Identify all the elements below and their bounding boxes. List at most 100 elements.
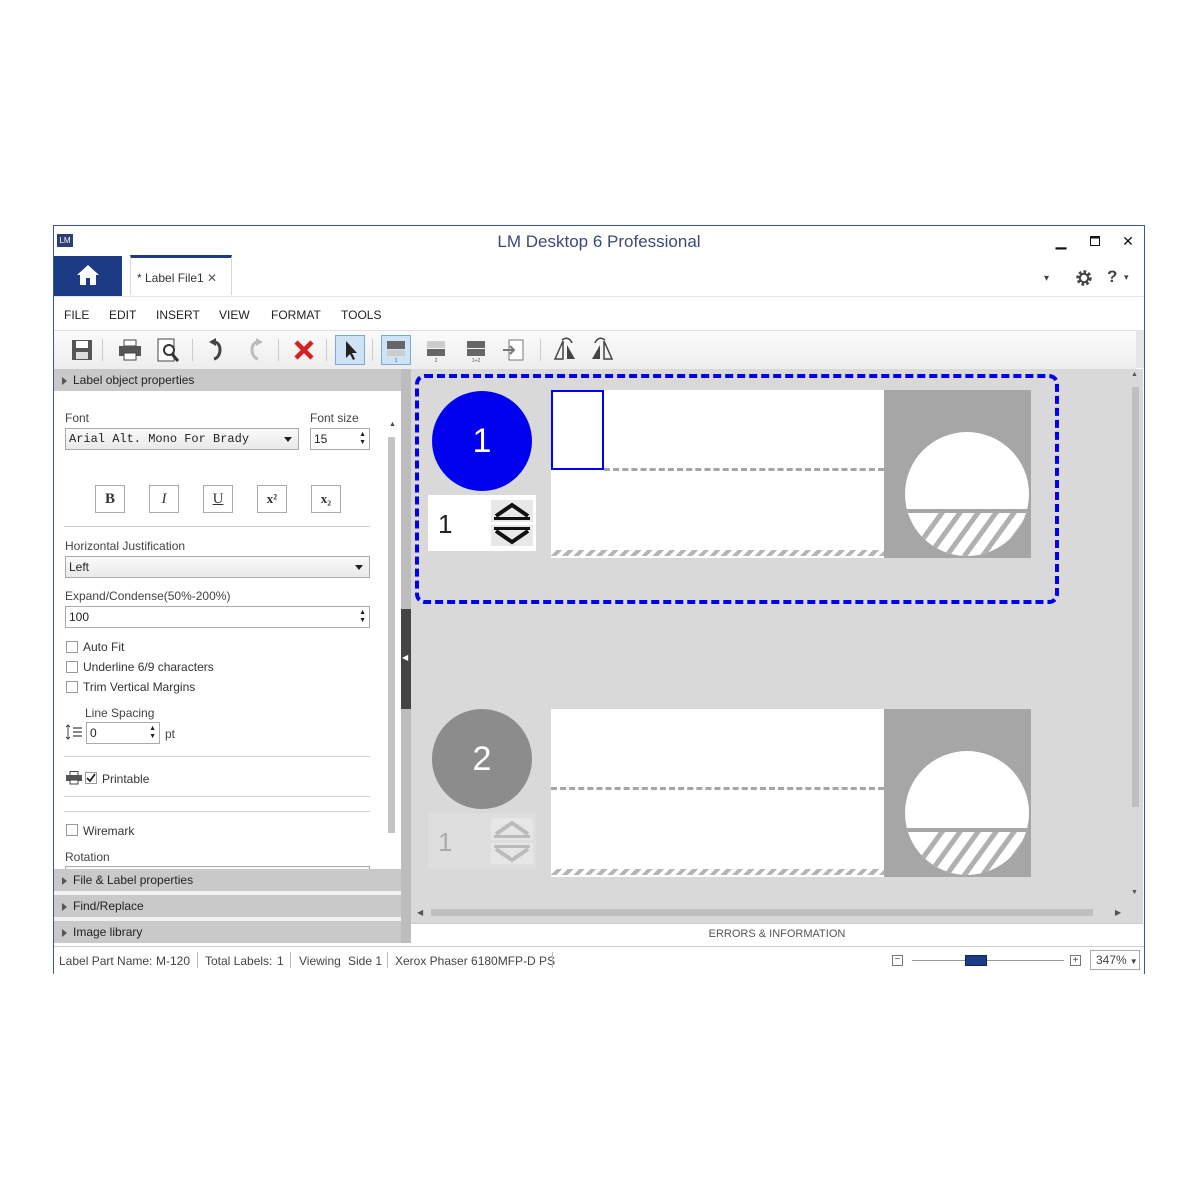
label-2-print-area[interactable] [551, 709, 884, 877]
quantity-up-down-icon[interactable] [490, 499, 534, 547]
scrollbar-thumb[interactable] [431, 909, 1093, 916]
line-spacing-label: Line Spacing [85, 706, 155, 720]
line-spacing-stepper[interactable]: 0 ▲ ▼ [86, 722, 160, 744]
label-2-quantity-stepper[interactable]: 1 [428, 813, 536, 869]
underline-69-checkbox[interactable] [66, 661, 78, 673]
spinner-arrows-icon[interactable]: ▲ ▼ [359, 609, 366, 625]
expand-condense-stepper[interactable]: 100 ▲ ▼ [65, 606, 370, 628]
section-image-library[interactable]: Image library [54, 921, 401, 943]
select-pointer-button[interactable] [335, 335, 365, 365]
splitter-handle[interactable]: ◀ [401, 609, 411, 709]
view-both-sides-button[interactable]: 1+2 [461, 335, 491, 365]
panel-splitter[interactable]: ◀ [401, 369, 411, 943]
checkmark-icon [86, 773, 96, 783]
label-1-quantity-stepper[interactable]: 1 [428, 495, 536, 551]
menu-tools[interactable]: TOOLS [341, 308, 381, 322]
view-side-2-button[interactable]: 2 [421, 335, 451, 365]
toolbar-separator [278, 339, 279, 361]
canvas-vertical-scrollbar[interactable]: ▲ ▼ [1129, 371, 1141, 901]
menu-insert[interactable]: INSERT [156, 308, 200, 322]
zoom-out-button[interactable]: − [892, 955, 903, 966]
rotation-label: Rotation [65, 850, 110, 864]
toolbar-overflow[interactable] [1136, 330, 1144, 368]
section-file-label-properties[interactable]: File & Label properties [54, 869, 401, 891]
tab-close-icon[interactable]: ✕ [207, 271, 217, 285]
zoom-in-button[interactable]: + [1070, 955, 1081, 966]
print-button[interactable] [115, 335, 145, 365]
menu-view[interactable]: VIEW [219, 308, 250, 322]
zoom-level-select[interactable]: 347% ▼ [1090, 950, 1140, 970]
scroll-up-icon[interactable]: ▲ [389, 421, 396, 428]
scroll-down-icon[interactable]: ▼ [1131, 889, 1138, 896]
printable-checkbox[interactable] [85, 772, 97, 784]
scrollbar-thumb[interactable] [1132, 387, 1139, 807]
superscript-button[interactable]: x² [257, 485, 287, 513]
home-button[interactable] [54, 256, 122, 296]
expand-arrow-icon [62, 928, 67, 937]
spinner-arrows-icon[interactable]: ▲ ▼ [359, 431, 366, 447]
toolbar-separator [326, 339, 327, 361]
label-1-template[interactable] [551, 390, 1031, 558]
delete-button[interactable] [289, 335, 319, 365]
label-2-quantity: 1 [438, 827, 453, 857]
quantity-up-down-icon[interactable] [490, 817, 534, 865]
spinner-arrows-icon[interactable]: ▲ ▼ [149, 725, 156, 741]
font-select[interactable]: Arial Alt. Mono For Brady [65, 428, 299, 450]
label-object-properties-body: Font Arial Alt. Mono For Brady Font size… [54, 391, 401, 888]
toolbar-separator [540, 339, 541, 361]
help-dropdown-icon[interactable]: ▾ [1124, 272, 1129, 283]
scroll-right-icon[interactable]: ▶ [1115, 908, 1121, 917]
help-icon[interactable]: ? [1107, 267, 1117, 287]
tab-label-file1[interactable]: * Label File1 ✕ [130, 255, 232, 295]
settings-gear-icon[interactable] [1074, 268, 1094, 288]
expand-condense-label: Expand/Condense(50%-200%) [65, 589, 231, 603]
bold-button[interactable]: B [95, 485, 125, 513]
menu-format[interactable]: FORMAT [271, 308, 321, 322]
view-side-1-button[interactable]: 1 [381, 335, 411, 365]
zoom-slider-track[interactable] [912, 960, 1064, 961]
scroll-up-icon[interactable]: ▲ [1131, 371, 1138, 378]
quick-access-dropdown-icon[interactable]: ▾ [1044, 273, 1058, 287]
undo-icon [209, 338, 222, 361]
label-1-text-object[interactable] [551, 390, 604, 470]
print-preview-button[interactable] [153, 335, 183, 365]
line-spacing-unit: pt [165, 727, 176, 741]
menu-edit[interactable]: EDIT [109, 308, 136, 322]
save-button[interactable] [67, 335, 97, 365]
auto-fit-checkbox[interactable] [66, 641, 78, 653]
toolbar-separator [372, 339, 373, 361]
viewing-label: Viewing [299, 954, 341, 968]
maximize-button[interactable] [1080, 230, 1110, 252]
font-size-stepper[interactable]: 15 ▲ ▼ [310, 428, 370, 450]
canvas-horizontal-scrollbar[interactable]: ◀ ▶ [415, 907, 1127, 919]
redo-button[interactable] [240, 335, 270, 365]
undo-button[interactable] [202, 335, 232, 365]
status-separator [290, 952, 291, 968]
rotate-left-button[interactable] [550, 335, 580, 365]
errors-information-bar[interactable]: ERRORS & INFORMATION [411, 923, 1143, 946]
subscript-button[interactable]: x₂ [311, 485, 341, 513]
hatched-strip [551, 550, 884, 556]
section-find-replace[interactable]: Find/Replace [54, 895, 401, 917]
menu-file[interactable]: FILE [64, 308, 89, 322]
rotate-right-button[interactable] [587, 335, 617, 365]
section-label-object-properties[interactable]: Label object properties [54, 369, 401, 391]
trim-vertical-margins-checkbox[interactable] [66, 681, 78, 693]
insert-object-button[interactable] [499, 335, 529, 365]
scroll-left-icon[interactable]: ◀ [417, 908, 423, 917]
properties-panel: Label object properties Font Arial Alt. … [54, 369, 401, 943]
label-2-template[interactable] [551, 709, 1031, 877]
status-separator [387, 952, 388, 968]
minimize-button[interactable]: ▁ [1046, 230, 1076, 252]
properties-scrollbar[interactable]: ▲ ▼ [386, 421, 398, 884]
scrollbar-thumb[interactable] [388, 437, 395, 833]
chevron-down-icon [355, 565, 363, 570]
close-window-button[interactable]: ✕ [1113, 230, 1143, 252]
horizontal-justification-select[interactable]: Left [65, 556, 370, 578]
italic-button[interactable]: I [149, 485, 179, 513]
toolbar-separator [192, 339, 193, 361]
title-bar: LM LM Desktop 6 Professional ▁ ✕ [54, 226, 1144, 256]
wiremark-checkbox[interactable] [66, 824, 78, 836]
zoom-slider-thumb[interactable] [965, 955, 987, 966]
underline-button[interactable]: U [203, 485, 233, 513]
